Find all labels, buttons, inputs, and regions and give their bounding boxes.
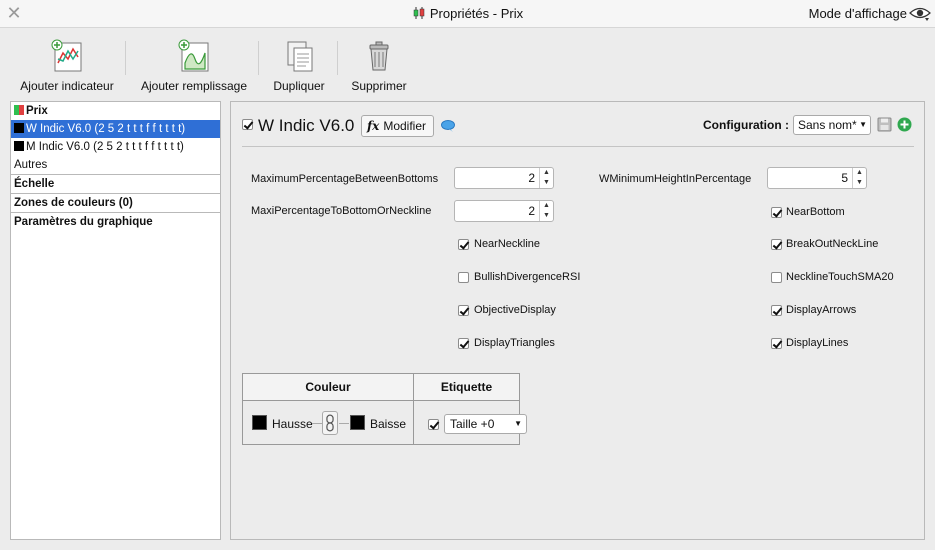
objective-display-checkbox[interactable]	[458, 305, 469, 316]
configuration-select[interactable]: Sans nom* ▼	[793, 115, 871, 135]
max-pct-bottoms-spinner[interactable]: 2 ▲ ▼	[454, 167, 554, 189]
tree-item-prix[interactable]: Prix	[11, 102, 220, 120]
spinner-arrows-icon[interactable]: ▲ ▼	[539, 168, 553, 188]
comment-bubble-icon[interactable]	[441, 120, 455, 132]
candlestick-icon	[413, 7, 425, 19]
header-divider	[242, 146, 914, 147]
etiquette-header: Etiquette	[414, 374, 519, 401]
maxi-pct-neck-label: MaxiPercentageToBottomOrNeckline	[251, 205, 432, 217]
spinner-arrows-icon[interactable]: ▲ ▼	[852, 168, 866, 188]
couleur-header: Couleur	[243, 374, 413, 401]
baisse-label: Baisse	[370, 417, 407, 431]
near-bottom-checkbox[interactable]	[771, 207, 782, 218]
style-table: Couleur Etiquette Hausse Baisse Taille +…	[242, 373, 527, 445]
element-tree: Prix W Indic V6.0 (2 5 2 t t t f f t t t…	[10, 101, 221, 540]
w-min-height-spinner[interactable]: 5 ▲ ▼	[767, 167, 867, 189]
chain-link-icon[interactable]	[322, 411, 338, 435]
toolbar-divider	[258, 41, 259, 75]
display-triangles-label: DisplayTriangles	[474, 337, 555, 349]
tree-item-label: Prix	[26, 105, 48, 117]
tree-item-label: Paramètres du graphique	[14, 216, 153, 228]
dropdown-arrow-icon: ▼	[859, 120, 867, 129]
duplicate-icon	[287, 41, 313, 72]
tree-item-m-indic[interactable]: M Indic V6.0 (2 5 2 t t t f f t t t t)	[11, 138, 220, 156]
view-mode-label[interactable]: Mode d'affichage	[809, 6, 907, 21]
near-neckline-label: NearNeckline	[474, 238, 541, 250]
tree-item-autres[interactable]: Autres	[11, 156, 220, 174]
taille-select[interactable]: Taille +0 ▼	[444, 414, 527, 434]
display-lines-checkbox[interactable]	[771, 338, 782, 349]
tree-item-label: Autres	[14, 159, 48, 171]
link-line	[312, 423, 322, 424]
trash-icon	[369, 41, 389, 71]
color-swatch-icon	[14, 141, 24, 151]
label-enabled-checkbox[interactable]	[428, 419, 439, 430]
tree-item-zones[interactable]: Zones de couleurs (0)	[11, 193, 220, 212]
indicator-enabled-checkbox[interactable]	[242, 119, 253, 130]
dropdown-arrow-icon: ▼	[514, 419, 522, 428]
delete-button[interactable]: Supprimer	[348, 39, 410, 93]
column-divider	[413, 374, 414, 444]
display-arrows-label: DisplayArrows	[786, 304, 857, 316]
indicator-title: W Indic V6.0	[258, 116, 355, 135]
display-arrows-checkbox[interactable]	[771, 305, 782, 316]
function-icon: fx	[367, 119, 380, 133]
objective-display-label: ObjectiveDisplay	[474, 304, 556, 316]
tree-item-label: Échelle	[14, 178, 55, 190]
hausse-color-swatch[interactable]	[252, 415, 267, 430]
near-bottom-label: NearBottom	[786, 206, 845, 218]
delete-label: Supprimer	[351, 79, 407, 93]
taille-value: Taille +0	[450, 417, 495, 431]
spinner-arrows-icon[interactable]: ▲ ▼	[539, 201, 553, 221]
add-fill-button[interactable]: Ajouter remplissage	[138, 39, 250, 93]
tree-item-label: W Indic V6.0 (2 5 2 t t t f f t t t t)	[26, 123, 186, 135]
modify-label: Modifier	[383, 119, 427, 133]
window-title-text: Propriétés - Prix	[429, 6, 524, 21]
duplicate-button[interactable]: Dupliquer	[268, 39, 330, 93]
w-min-height-label: WMinimumHeightInPercentage	[599, 173, 752, 185]
price-swatch-icon	[14, 105, 24, 115]
bullish-divergence-checkbox[interactable]	[458, 272, 469, 283]
display-lines-label: DisplayLines	[786, 337, 849, 349]
configuration-label: Configuration :	[703, 118, 789, 132]
eye-icon[interactable]	[909, 4, 931, 22]
spinner-value: 2	[528, 171, 535, 185]
maxi-pct-neck-spinner[interactable]: 2 ▲ ▼	[454, 200, 554, 222]
save-icon[interactable]	[877, 117, 892, 132]
duplicate-label: Dupliquer	[273, 79, 325, 93]
add-fill-label: Ajouter remplissage	[140, 79, 248, 93]
add-config-icon[interactable]	[897, 117, 912, 132]
toolbar-divider	[337, 41, 338, 75]
tree-item-w-indic[interactable]: W Indic V6.0 (2 5 2 t t t f f t t t t)	[11, 120, 220, 138]
color-swatch-icon	[14, 123, 24, 133]
tree-item-label: Zones de couleurs (0)	[14, 197, 133, 209]
title-bar: ✕ Propriétés - Prix Mode d'affichage	[0, 0, 935, 28]
neckline-touch-checkbox[interactable]	[771, 272, 782, 283]
near-neckline-checkbox[interactable]	[458, 239, 469, 250]
add-indicator-label: Ajouter indicateur	[20, 79, 114, 93]
add-indicator-button[interactable]: Ajouter indicateur	[16, 39, 118, 93]
hausse-label: Hausse	[272, 417, 313, 431]
tree-item-label: M Indic V6.0 (2 5 2 t t t f f t t t t)	[26, 141, 184, 153]
toolbar: Ajouter indicateur Ajouter remplissage D…	[0, 29, 935, 95]
add-indicator-icon	[51, 39, 82, 72]
configuration-value: Sans nom*	[798, 118, 857, 132]
baisse-color-swatch[interactable]	[350, 415, 365, 430]
properties-panel: W Indic V6.0 fx Modifier Configuration : …	[230, 101, 925, 540]
tree-item-params[interactable]: Paramètres du graphique	[11, 212, 220, 231]
spinner-value: 2	[528, 204, 535, 218]
spinner-value: 5	[841, 171, 848, 185]
breakout-neckline-label: BreakOutNeckLine	[786, 238, 879, 250]
window-title: Propriétés - Prix	[0, 6, 935, 21]
toolbar-divider	[125, 41, 126, 75]
bullish-divergence-label: BullishDivergenceRSI	[474, 271, 581, 283]
breakout-neckline-checkbox[interactable]	[771, 239, 782, 250]
link-line	[339, 423, 349, 424]
neckline-touch-label: NecklineTouchSMA20	[786, 271, 894, 283]
add-fill-icon	[178, 39, 209, 72]
display-triangles-checkbox[interactable]	[458, 338, 469, 349]
modify-button[interactable]: fx Modifier	[361, 115, 434, 137]
tree-item-echelle[interactable]: Échelle	[11, 174, 220, 193]
max-pct-bottoms-label: MaximumPercentageBetweenBottoms	[251, 173, 439, 185]
